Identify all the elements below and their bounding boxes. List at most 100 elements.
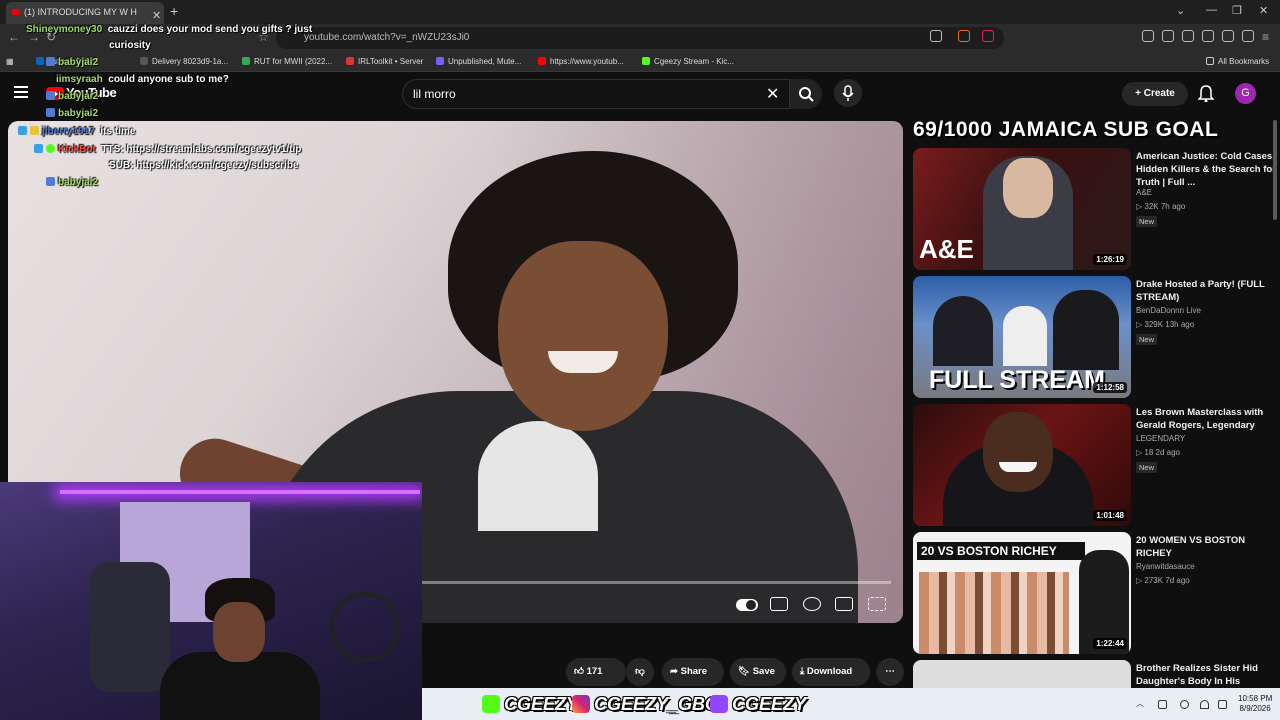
leo-ai-icon[interactable]: [1222, 30, 1234, 42]
search-button[interactable]: [790, 79, 822, 109]
hamburger-menu-icon[interactable]: [14, 86, 28, 98]
bookmark-item[interactable]: Delivery 8023d9-1a...: [140, 57, 228, 66]
video-thumbnail[interactable]: [913, 660, 1131, 688]
recommended-video[interactable]: FULL STREAM 1:12:58 Drake Hosted a Party…: [913, 276, 1273, 398]
autoplay-toggle[interactable]: [736, 599, 758, 611]
wifi-icon[interactable]: [1200, 700, 1209, 709]
channel-name[interactable]: LEGENDARY: [1136, 434, 1185, 443]
kick-handle: CGEEZY: [482, 694, 578, 715]
video-thumbnail[interactable]: 1:01:48: [913, 404, 1131, 526]
share-button[interactable]: ➦ Share: [662, 658, 724, 686]
instagram-handle: CGEEZY_GBC: [572, 694, 718, 715]
brave-shield-icon[interactable]: [958, 30, 970, 42]
bookmark-item[interactable]: IRLToolkit • Server: [346, 57, 423, 66]
download-button[interactable]: ⤓ Download: [792, 658, 870, 686]
clock[interactable]: 10:58 PM 8/9/2026: [1238, 694, 1272, 714]
url-field[interactable]: youtube.com/watch?v=_nWZU23sJi0: [276, 27, 1004, 49]
subscriber-badge-icon: [46, 91, 55, 100]
notifications-bell-icon[interactable]: [1198, 84, 1214, 102]
extensions-icon[interactable]: [1142, 30, 1154, 42]
download-icon: ⤓: [800, 666, 805, 677]
video-title[interactable]: American Justice: Cold Cases, Hidden Kil…: [1136, 150, 1276, 189]
chat-text: cauzzi does your mod send you gifts ? ju…: [107, 24, 313, 35]
recommended-video[interactable]: 20 VS BOSTON RICHEY 1:22:44 20 WOMEN VS …: [913, 532, 1273, 654]
save-icon: 🔖︎: [738, 666, 751, 677]
video-thumbnail[interactable]: 20 VS BOSTON RICHEY 1:22:44: [913, 532, 1131, 654]
menu-icon[interactable]: ≡: [1262, 30, 1269, 44]
vpn-icon[interactable]: [1242, 30, 1254, 42]
subscriber-badge-icon: [46, 177, 55, 186]
like-button[interactable]: 👍︎ 171: [566, 658, 626, 686]
video-title[interactable]: 20 WOMEN VS BOSTON RICHEY: [1136, 534, 1276, 560]
save-button[interactable]: 🔖︎ Save: [730, 658, 786, 686]
dislike-button[interactable]: 👎︎: [626, 658, 654, 686]
video-thumbnail[interactable]: A&E 1:26:19: [913, 148, 1131, 270]
video-title[interactable]: Brother Realizes Sister Hid Daughter's B…: [1136, 662, 1276, 688]
youtube-icon: [538, 57, 546, 65]
fullscreen-icon[interactable]: [868, 597, 886, 611]
maximize-icon[interactable]: ❐: [1232, 4, 1242, 17]
apps-grid-icon[interactable]: ▦: [6, 57, 14, 66]
channel-name[interactable]: BenDaDonnn Live: [1136, 306, 1201, 315]
mic-tray-icon[interactable]: [1180, 700, 1189, 709]
minimize-icon[interactable]: —: [1206, 4, 1217, 16]
bookmark-item[interactable]: https://www.youtub...: [538, 57, 624, 66]
delivery-icon: [140, 57, 148, 65]
chat-text: its time: [100, 126, 136, 137]
bookmark-item[interactable]: Cgeezy Stream - Kic...: [642, 57, 734, 66]
browser-tab[interactable]: (1) INTRODUCING MY W H ✕: [6, 2, 164, 24]
video-meta: ▷ 18 2d ago: [1136, 448, 1180, 457]
tab-close-icon[interactable]: ✕: [152, 6, 161, 24]
video-thumbnail[interactable]: FULL STREAM 1:12:58: [913, 276, 1131, 398]
chat-username: Shineymoney30: [26, 24, 103, 35]
new-tab-icon[interactable]: +: [170, 3, 178, 19]
chat-message: babyjai2: [46, 108, 98, 119]
bookmark-item[interactable]: Unpublished, Mute...: [436, 57, 521, 66]
views-and-age: 273K 7d ago: [1144, 576, 1190, 585]
more-actions-button[interactable]: ⋯: [876, 658, 904, 686]
thumbnail-person: [1003, 306, 1047, 366]
account-avatar[interactable]: G: [1235, 83, 1256, 104]
captions-icon[interactable]: [770, 597, 788, 611]
recommended-video[interactable]: 1:01:48 Les Brown Masterclass with Geral…: [913, 404, 1273, 526]
cast-icon[interactable]: [930, 30, 942, 42]
download-label: Download: [806, 666, 853, 677]
search-input[interactable]: lil morro: [402, 79, 790, 109]
tray-chevron-icon[interactable]: ︿: [1136, 698, 1145, 708]
app-tray-icon[interactable]: [1158, 700, 1167, 709]
back-icon[interactable]: ←: [8, 30, 20, 44]
stream-social-overlay: CGEEZY CGEEZY_GBC CGEEZY: [422, 688, 1122, 720]
settings-gear-icon[interactable]: [803, 597, 821, 611]
video-title[interactable]: Les Brown Masterclass with Gerald Rogers…: [1136, 406, 1276, 432]
sidebar-scrollbar[interactable]: [1273, 120, 1277, 220]
rewards-icon[interactable]: [982, 30, 994, 42]
subscriber-badge-icon: [46, 108, 55, 117]
tab-search-icon[interactable]: ⌄: [1176, 4, 1185, 17]
bookmarks-bar: ▦ outlook 20023 Delivery 8023d9-1a... RU…: [0, 52, 1280, 72]
voice-search-button[interactable]: [834, 79, 862, 107]
create-button[interactable]: + Create: [1122, 82, 1188, 106]
channel-name[interactable]: A&E: [1136, 188, 1152, 197]
bookmark-item[interactable]: RUT for MWII (2022...: [242, 57, 332, 66]
recommended-video[interactable]: Brother Realizes Sister Hid Daughter's B…: [913, 660, 1273, 688]
like-count: 171: [586, 666, 603, 677]
chat-message: jiberry1917 its time: [18, 126, 135, 137]
volume-icon[interactable]: [1218, 700, 1227, 709]
desk-fan: [330, 592, 400, 662]
theater-mode-icon[interactable]: [835, 597, 853, 611]
channel-name[interactable]: Ryanwitdasauce: [1136, 562, 1195, 571]
recommended-video[interactable]: A&E 1:26:19 American Justice: Cold Cases…: [913, 148, 1276, 270]
video-duration: 1:01:48: [1093, 510, 1127, 521]
share-label: Share: [680, 666, 708, 677]
clear-search-icon[interactable]: ✕: [766, 84, 779, 104]
create-label: Create: [1143, 88, 1175, 99]
sidebar-icon[interactable]: [1182, 30, 1194, 42]
thumbnail-person: [1053, 290, 1119, 370]
media-icon[interactable]: [1162, 30, 1174, 42]
chat-text: curiosity: [109, 40, 151, 51]
wallet-icon[interactable]: [1202, 30, 1214, 42]
video-title[interactable]: Drake Hosted a Party! (FULL STREAM): [1136, 278, 1276, 304]
all-bookmarks[interactable]: All Bookmarks: [1206, 57, 1269, 66]
chat-username: babyjai2: [58, 57, 99, 68]
close-window-icon[interactable]: ✕: [1259, 4, 1268, 17]
